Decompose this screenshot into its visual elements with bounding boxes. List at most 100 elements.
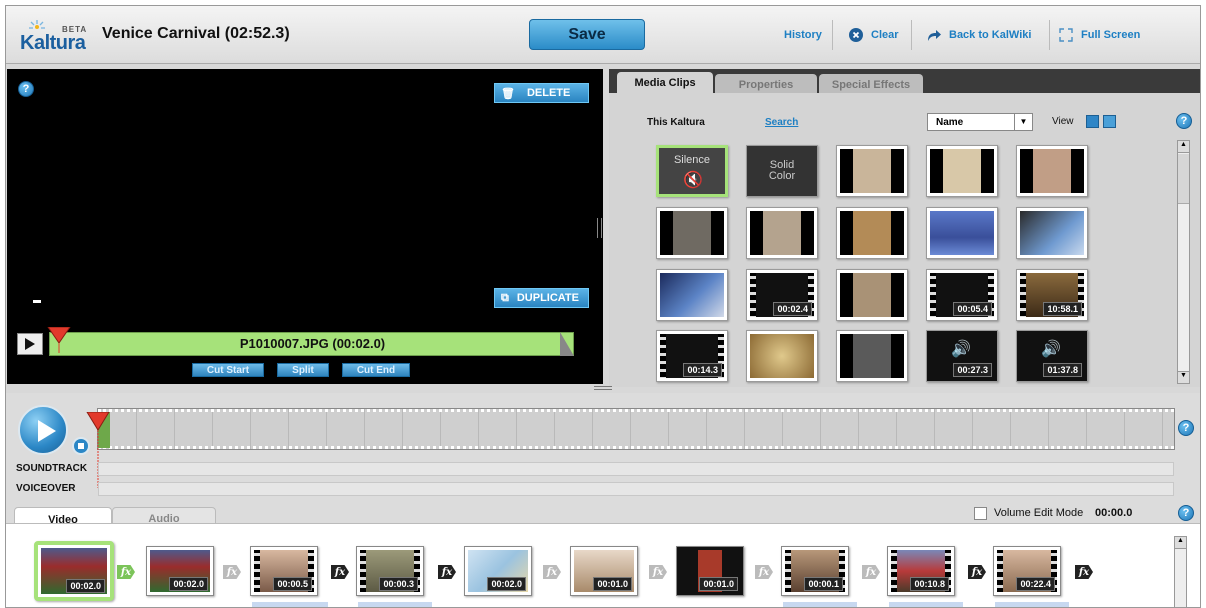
timeline-play-button[interactable] [18,405,68,455]
scroll-up-icon[interactable]: ▲ [1175,537,1186,549]
track-clip[interactable]: 00:02.0 [146,546,214,596]
track-clip[interactable]: 00:01.0 [676,546,744,596]
fx-icon[interactable]: fx [649,565,667,579]
silence-label: Silence [673,154,711,166]
media-clip-solid-color[interactable]: Solid Color [746,145,818,197]
media-clip[interactable] [926,207,998,259]
header-divider [911,20,912,50]
video-track-strip[interactable] [97,408,1175,450]
project-title: Venice Carnival (02:52.3) [102,25,290,42]
play-icon [25,338,35,350]
media-clip[interactable] [746,330,818,382]
sort-value: Name [936,117,964,128]
media-clip[interactable] [656,207,728,259]
solid-color-label: Solid Color [747,160,817,182]
save-button[interactable]: Save [529,19,645,50]
voiceover-lane[interactable] [98,482,1174,496]
split-button[interactable]: Split [277,363,329,377]
media-clip[interactable] [926,145,998,197]
fx-icon[interactable]: fx [1075,565,1093,579]
help-icon[interactable]: ? [1178,420,1194,436]
grid-view-icon[interactable] [1086,115,1099,128]
horizontal-resize-handle[interactable] [594,386,612,390]
scroll-up-icon[interactable]: ▲ [1178,141,1189,153]
media-clip[interactable]: 00:05.4 [926,269,998,321]
trash-icon: 🗑 [501,87,515,100]
media-clip-audio[interactable]: 🔊 01:37.8 [1016,330,1088,382]
clip-scrub-bar[interactable]: P1010007.JPG (00:02.0) [49,332,574,356]
media-clips-pane: This Kaltura Search Name ▼ View ? ▲ ▼ Si… [609,93,1200,387]
track-clip-selected[interactable]: 00:02.0 [34,541,114,601]
media-clip-silence[interactable]: Silence 🔇 [656,145,728,197]
list-view-icon[interactable] [1103,115,1116,128]
clip-duration: 00:02.0 [487,577,526,591]
help-icon[interactable]: ? [18,81,34,97]
header-bar: BETA Kaltura Venice Carnival (02:52.3) S… [6,6,1200,64]
timeline: ? SOUNDTRACK VOICEOVER [6,393,1200,501]
media-clip[interactable] [1016,145,1088,197]
fx-icon[interactable]: fx [543,565,561,579]
track-clip[interactable]: 00:02.0 [464,546,532,596]
track-clip[interactable]: 00:22.4 [993,546,1061,596]
media-clip-audio[interactable]: 🔊 00:27.3 [926,330,998,382]
delete-button[interactable]: 🗑 DELETE [494,83,589,103]
tab-media-clips[interactable]: Media Clips [617,72,713,94]
full-screen-link[interactable]: Full Screen [1058,25,1140,45]
fx-icon[interactable]: fx [117,565,135,579]
sort-select[interactable]: Name ▼ [927,113,1033,131]
track-clip[interactable]: 00:00.1 [781,546,849,596]
media-clip[interactable] [1016,207,1088,259]
media-clip[interactable] [836,269,908,321]
preview-cursor-mark [33,300,41,303]
muted-speaker-icon: 🔇 [683,172,703,189]
clip-duration: 00:14.3 [683,363,722,377]
help-icon[interactable]: ? [1178,505,1194,521]
fx-icon[interactable]: fx [755,565,773,579]
media-clip[interactable]: 00:02.4 [746,269,818,321]
volume-edit-checkbox[interactable] [974,507,987,520]
track-clip[interactable]: 00:00.5 [250,546,318,596]
media-scrollbar[interactable]: ▲ ▼ [1177,140,1190,384]
media-clip[interactable]: 00:14.3 [656,330,728,382]
fx-icon[interactable]: fx [438,565,456,579]
timeline-playhead-icon[interactable] [86,412,110,488]
play-clip-button[interactable] [17,333,43,355]
fx-icon[interactable]: fx [862,565,880,579]
video-preview-player: ? 🗑 DELETE ⧉ DUPLICATE P1010007.JPG (00:02… [7,69,603,384]
fx-icon[interactable]: fx [223,565,241,579]
track-clip[interactable]: 00:00.3 [356,546,424,596]
fx-icon[interactable]: fx [968,565,986,579]
media-clip[interactable] [746,207,818,259]
clip-duration: 01:37.8 [1043,363,1082,377]
media-clip[interactable] [836,330,908,382]
fx-icon[interactable]: fx [331,565,349,579]
playhead-marker-icon[interactable] [47,327,71,353]
back-to-kalwiki-link[interactable]: Back to KalWiki [926,25,1031,45]
media-clip[interactable] [836,145,908,197]
scroll-down-icon[interactable]: ▼ [1178,371,1189,383]
track-clip[interactable]: 00:10.8 [887,546,955,596]
clip-duration: 00:27.3 [953,363,992,377]
help-icon[interactable]: ? [1176,113,1192,129]
clip-progress-bar [252,602,328,607]
media-clip[interactable]: 10:58.1 [1016,269,1088,321]
header-divider [832,20,833,50]
panel-resize-handle[interactable] [597,218,602,238]
cut-start-button[interactable]: Cut Start [192,363,264,377]
clip-duration: 10:58.1 [1043,302,1082,316]
search-link[interactable]: Search [765,117,798,128]
scroll-thumb[interactable] [1178,154,1189,204]
volume-edit-label: Volume Edit Mode [994,507,1084,519]
track-clip[interactable]: 00:01.0 [570,546,638,596]
clip-duration: 00:00.1 [804,577,843,591]
clip-progress-bar [995,602,1069,607]
soundtrack-lane[interactable] [98,462,1174,476]
duplicate-button[interactable]: ⧉ DUPLICATE [494,288,589,308]
clear-link[interactable]: Clear [848,25,899,45]
time-readout: 00:00.0 [1095,507,1133,519]
cut-end-button[interactable]: Cut End [342,363,410,377]
history-link[interactable]: History [784,25,822,45]
media-clip[interactable] [836,207,908,259]
track-scrollbar[interactable]: ▲ [1174,536,1187,607]
media-clip[interactable] [656,269,728,321]
